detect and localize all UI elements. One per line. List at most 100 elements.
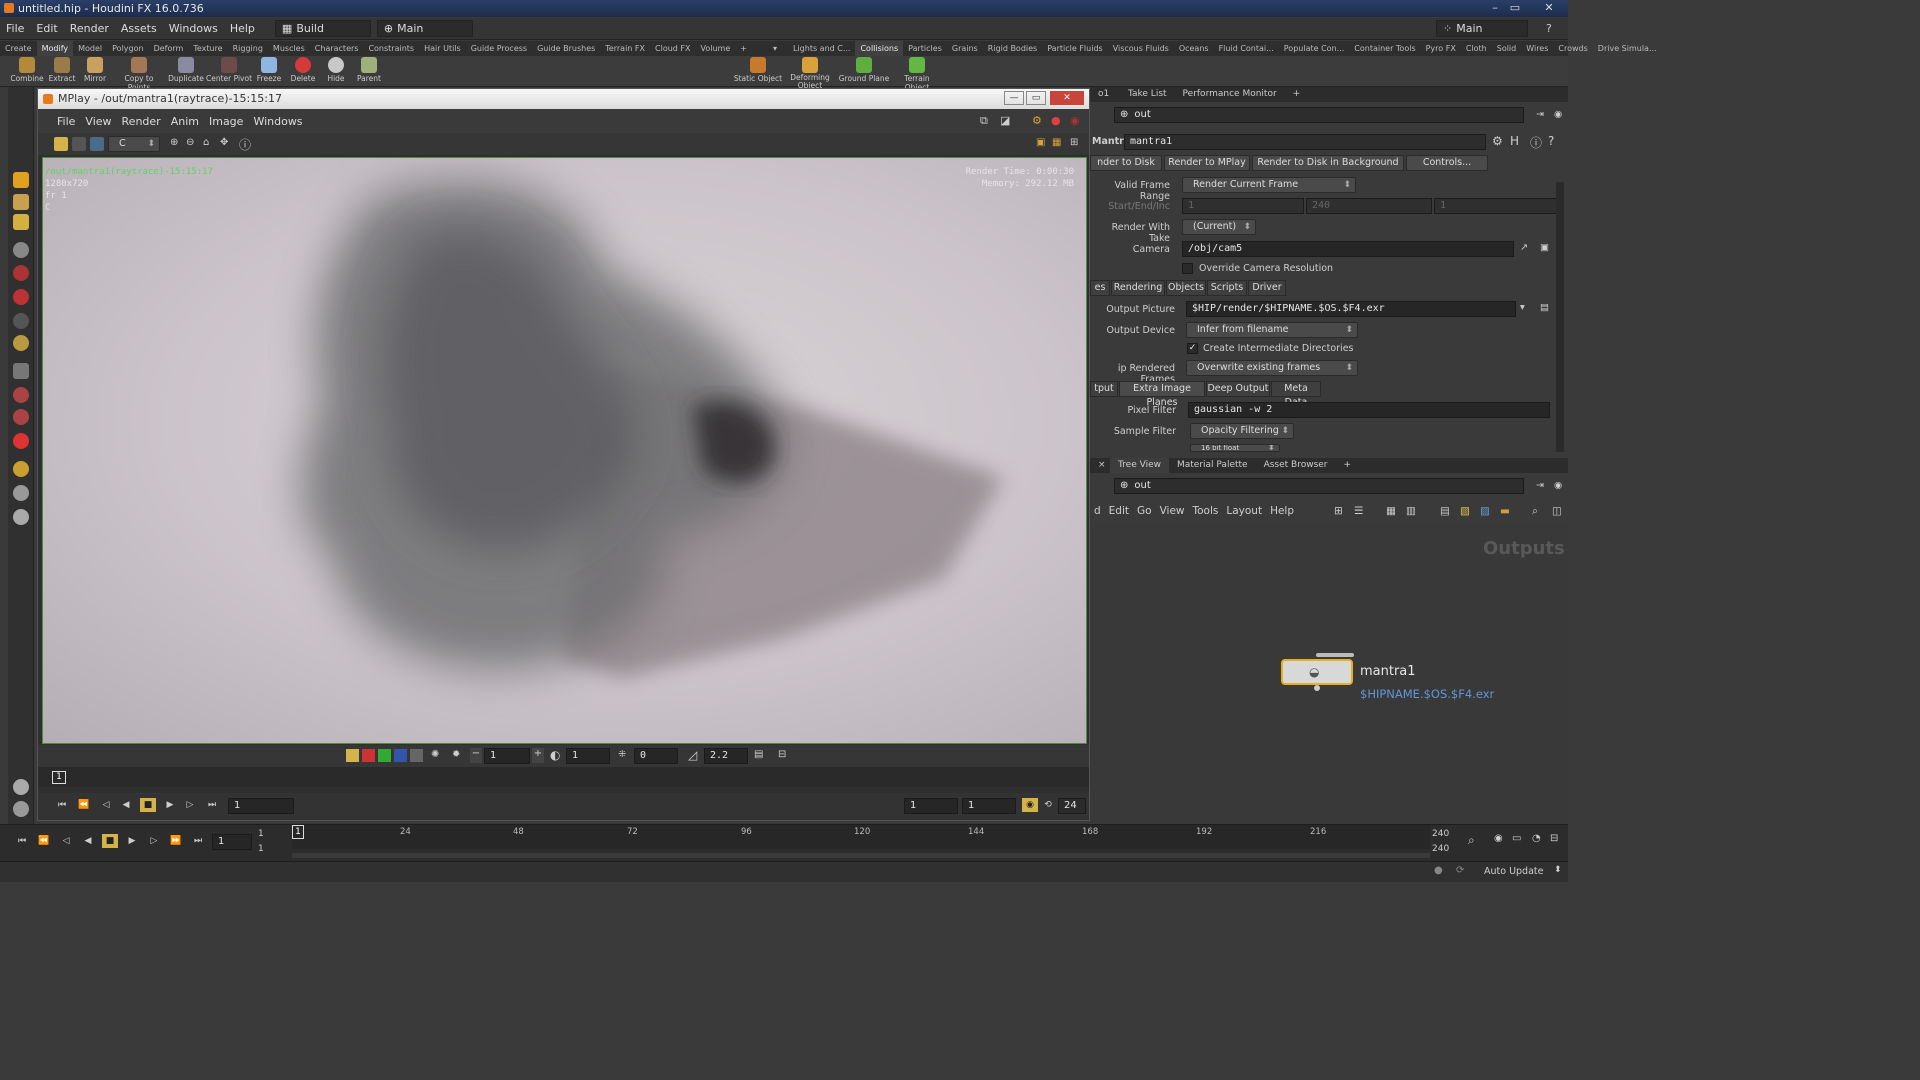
timeline-track[interactable]: 1 24 48 72 96 120 144 168 192 216 <box>292 825 1430 849</box>
mplay-menu-view[interactable]: View <box>80 115 116 128</box>
shelf-tab[interactable]: Cloth <box>1461 41 1492 56</box>
shelf-tab[interactable]: Guide Brushes <box>532 41 600 56</box>
mplay-menu-anim[interactable]: Anim <box>166 115 204 128</box>
tab-meta-data[interactable]: Meta Data <box>1271 381 1321 408</box>
menu-edit[interactable]: Edit <box>30 22 63 35</box>
menu-go[interactable]: Go <box>1133 505 1156 517</box>
file-browse-icon[interactable]: ▤ <box>1540 302 1549 313</box>
shelf-tab[interactable]: Constraints <box>363 41 419 56</box>
tab-take-list[interactable]: Take List <box>1120 87 1175 102</box>
mplay-maximize-button[interactable]: ▭ <box>1026 91 1046 105</box>
parent-tool[interactable]: Parent <box>343 57 395 83</box>
view-tool-icon[interactable] <box>13 313 29 329</box>
tab-deep-output[interactable]: Deep Output <box>1206 381 1270 397</box>
pin-icon[interactable]: ⇥ <box>1536 109 1544 120</box>
play-reverse-icon[interactable]: ◀ <box>118 798 134 812</box>
tab-driver[interactable]: Driver <box>1248 280 1286 296</box>
step-forward-icon[interactable]: ▷ <box>182 798 198 812</box>
mplay-close-button[interactable]: ✕ <box>1050 91 1084 105</box>
search-icon[interactable]: ⌕ <box>1532 505 1538 518</box>
tab-partial[interactable]: o1 <box>1090 87 1120 102</box>
blue-channel-icon[interactable] <box>394 749 407 762</box>
mplay-menu-windows[interactable]: Windows <box>248 115 307 128</box>
image-view-icon[interactable] <box>90 137 104 151</box>
network-dropdown[interactable]: ⊕ Main <box>376 20 473 37</box>
shelf-tab[interactable]: Fluid Contai... <box>1214 41 1279 56</box>
auto-update-label[interactable]: Auto Update <box>1484 866 1543 877</box>
select-tool-icon[interactable] <box>13 172 29 188</box>
add-tab-icon[interactable]: + <box>1285 87 1309 102</box>
render-to-disk-button[interactable]: nder to Disk <box>1090 155 1162 171</box>
image-icon[interactable]: ▨ <box>1480 505 1490 517</box>
exposure-field[interactable]: 1 <box>484 748 530 764</box>
add-tab-icon[interactable]: + <box>1336 458 1360 473</box>
preferences-icon[interactable]: ⚙ <box>1032 114 1042 127</box>
grid-view-icon[interactable]: ▦ <box>1386 505 1396 517</box>
single-view-icon[interactable]: ▣ <box>1036 137 1045 148</box>
current-frame-field[interactable]: 1 <box>212 834 252 850</box>
shelf-tab[interactable]: Pyro FX <box>1421 41 1461 56</box>
options-icon[interactable]: ◫ <box>1552 505 1562 517</box>
mplay-menu-file[interactable]: File <box>52 115 80 128</box>
tree-icon[interactable]: ⊞ <box>1334 505 1343 517</box>
stop-icon[interactable]: ■ <box>102 834 118 848</box>
play-frame-field[interactable]: 1 <box>228 798 294 814</box>
take-select[interactable]: (Current) <box>1182 219 1256 235</box>
create-dirs-checkbox[interactable]: ✓ <box>1187 343 1198 354</box>
end-frame-field[interactable]: 240 <box>1306 198 1432 214</box>
shelf-tab[interactable]: Grains <box>947 41 983 56</box>
mplay-menu-image[interactable]: Image <box>204 115 248 128</box>
shelf-tab[interactable]: Deform <box>149 41 189 56</box>
shelf-tab[interactable]: Populate Con... <box>1279 41 1350 56</box>
shelf-tab[interactable]: Rigging <box>228 41 268 56</box>
shelf-tab[interactable]: Particles <box>903 41 947 56</box>
stop-icon[interactable]: ■ <box>140 798 156 812</box>
link-icon[interactable]: ◉ <box>1554 480 1562 491</box>
step-back-icon[interactable]: ◁ <box>98 798 114 812</box>
menu-assets[interactable]: Assets <box>115 22 163 35</box>
end-frame-a[interactable]: 240 <box>1432 829 1449 839</box>
start-frame-b[interactable]: 1 <box>258 844 264 854</box>
shelf-tab[interactable]: Cloud FX <box>650 41 695 56</box>
timeline-range-bar[interactable] <box>292 853 1430 858</box>
range-start-field[interactable]: 1 <box>904 798 958 814</box>
note-icon[interactable]: ▤ <box>1440 505 1450 517</box>
static-object-tool[interactable]: Static Object <box>732 57 784 83</box>
prev-key-icon[interactable]: ⏪ <box>36 834 52 848</box>
node-name-field[interactable]: mantra1 <box>1124 134 1486 150</box>
terrain-object-tool[interactable]: Terrain Object <box>891 57 943 92</box>
camera-tool-icon[interactable] <box>13 485 29 501</box>
help-icon[interactable]: ? <box>1548 134 1554 148</box>
override-resolution-checkbox[interactable] <box>1182 263 1193 274</box>
increment-button[interactable]: + <box>532 748 544 763</box>
shelf-tab[interactable]: Modify <box>36 41 74 56</box>
render-viewport[interactable]: /out/mantra1(raytrace)-15:15:17 1280x720… <box>42 157 1087 744</box>
tab-tree-view[interactable]: Tree View <box>1110 458 1169 473</box>
tab-partial[interactable]: × <box>1090 458 1110 473</box>
tab-material-palette[interactable]: Material Palette <box>1169 458 1256 473</box>
shelf-tab[interactable]: Viscous Fluids <box>1108 41 1174 56</box>
pixel-filter-field[interactable]: gaussian -w 2 <box>1188 402 1550 418</box>
jump-icon[interactable]: ↗ <box>1520 242 1528 253</box>
lut-icon[interactable]: ▤ <box>754 749 763 760</box>
node-output-dot[interactable] <box>1314 685 1320 691</box>
last-frame-icon[interactable]: ⏭ <box>204 798 220 812</box>
skip-rendered-frames-select[interactable]: Overwrite existing frames <box>1186 360 1358 376</box>
param-scrollbar[interactable] <box>1556 182 1564 452</box>
menu-help[interactable]: Help <box>1266 505 1298 517</box>
handle-tool-icon[interactable] <box>13 265 29 281</box>
pivot-icon[interactable] <box>13 461 29 477</box>
menu-help[interactable]: Help <box>224 22 261 35</box>
shelf-tab[interactable]: Particle Fluids <box>1042 41 1107 56</box>
compare-icon[interactable]: ◪ <box>1000 114 1010 127</box>
move-tool-icon[interactable] <box>13 194 29 210</box>
copy-to-points-tool[interactable]: Copy to Points <box>113 57 165 92</box>
rgb-icon[interactable] <box>346 749 359 762</box>
desktop-dropdown[interactable]: ▦ Build <box>274 20 371 37</box>
background-icon[interactable] <box>13 801 29 817</box>
node-chooser-icon[interactable]: ▣ <box>1540 242 1549 253</box>
output-device-select[interactable]: Infer from filename <box>1186 322 1358 338</box>
black-point-icon[interactable]: ⁜ <box>618 749 626 760</box>
list-icon[interactable]: ☰ <box>1354 505 1363 517</box>
shelf-tab[interactable]: Model <box>73 41 107 56</box>
